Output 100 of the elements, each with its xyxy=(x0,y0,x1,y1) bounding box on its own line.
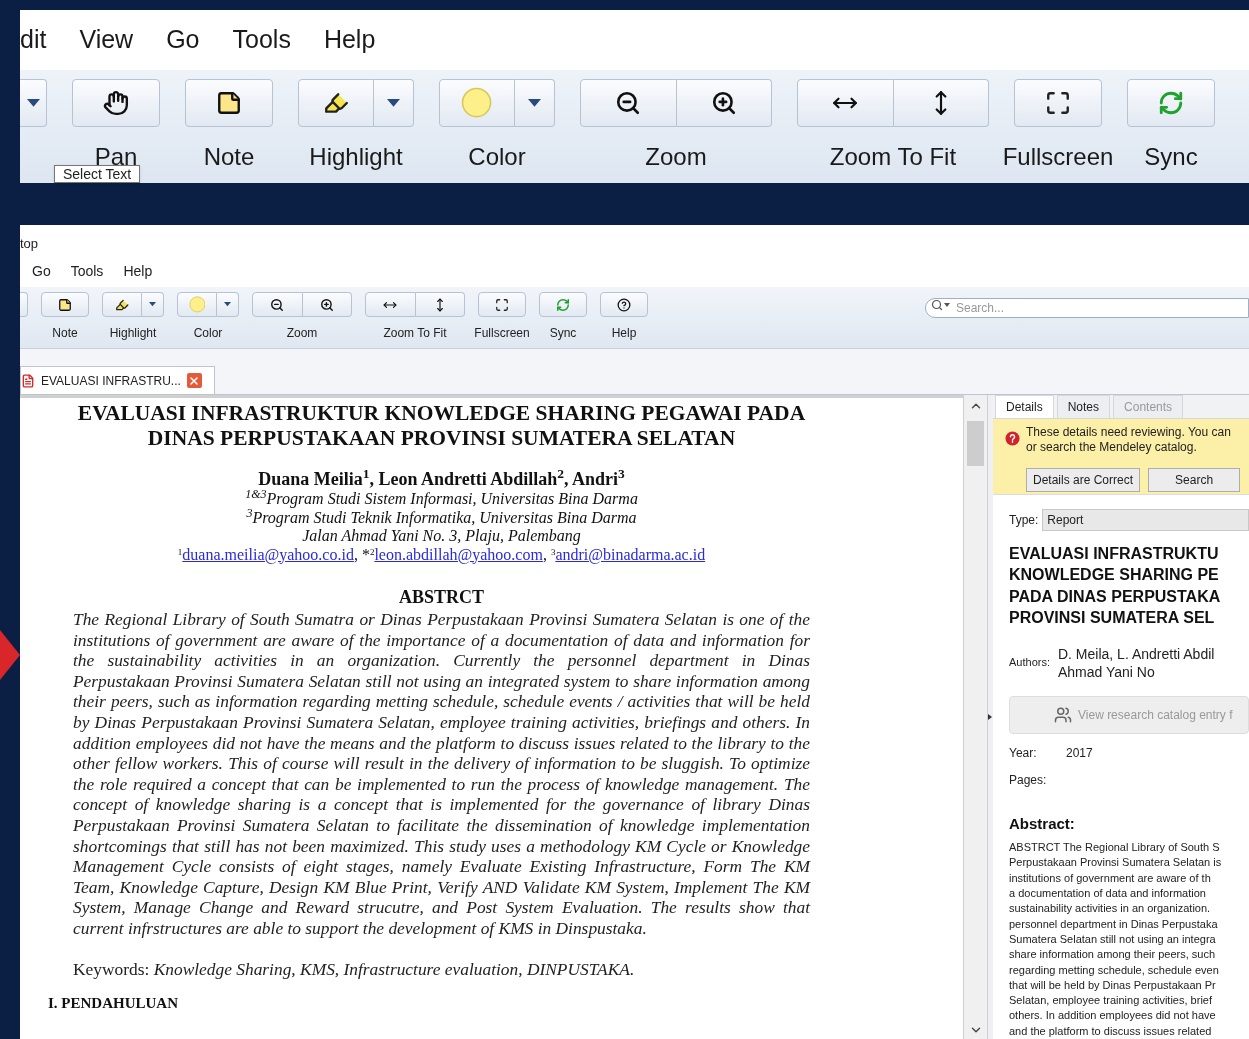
fullscreen-button[interactable] xyxy=(478,292,526,317)
zoom-out-button[interactable] xyxy=(580,79,677,127)
tooltip: Select Text xyxy=(54,165,141,183)
close-icon xyxy=(188,374,201,387)
color-button[interactable] xyxy=(439,79,515,127)
dropdown-button[interactable] xyxy=(142,292,164,317)
zoom-in-button[interactable] xyxy=(302,292,352,317)
field-label: Pages: xyxy=(1009,771,1048,789)
document-tab[interactable]: EVALUASI INFRASTRU... xyxy=(20,366,215,394)
author-name[interactable]: Ahmad Yani No xyxy=(1057,662,1215,681)
menu-item[interactable]: Tools xyxy=(232,21,291,59)
tab-label: EVALUASI INFRASTRU... xyxy=(41,372,181,390)
abstract-paragraph: The Regional Library of South Sumatra or Dinas Perpustakaan Provinsi Sumatera Selatan is one of the institutions of government are aware of the importance of a documentation of data and information for the sustainability activities in an organization. Currently the personnel department in Dinas Perpustakaan Provinsi Sumatera Selatan still not using an integrated system to share information among their peers, such as information regarding metting schedule, schedule events / activities that will be held by Dinas Perpustakaan Provinsi Sumatera Selatan, employee training activities, briefings and others. In addition employees did not have the means and the platform to discuss issues related to the library to the other fellow workers. This of course will result in the delivery of information to be sluggish. To optimize the role required a concept that can be implemented to run the process of knowledge management. The concept of knowledge sharing is a concept that is implemented for the governance of library Dinas Perpustakaan Provinsi Sumatera Selatan to facilitate the dissemination of knowledge implementation shortcomings that still has not been maximized. This study uses a methodology KM Cycle or Knowledge Management Cycle consists of eight stages, namely Evaluate Existing Infrastructure, Form The KM Team, Knowledge Capture, Design KM Blue Print, Verify AND Validate KM System, Implement The KM System, Manage Change and Reward strucutre, and Post System Evaluation. The results show that current infrstructures are able to support the development of KMS in Dinspustaka. xyxy=(73,609,810,939)
abstract-label: Abstract: xyxy=(1009,813,1076,834)
fit-height-button[interactable] xyxy=(415,292,465,317)
toolbar-label: Zoom To Fit xyxy=(383,326,447,340)
dropdown-button[interactable] xyxy=(515,79,555,127)
notice-text: or search the Mendeley catalog. xyxy=(1026,440,1198,455)
search-field[interactable]: Search... xyxy=(925,298,1249,318)
toolbar-label: Highlight xyxy=(109,326,157,340)
year-value[interactable]: 2017 xyxy=(1066,743,1093,762)
field-label: Year: xyxy=(1009,744,1038,762)
fullscreen-icon xyxy=(1045,90,1071,116)
dropdown-button[interactable] xyxy=(217,292,239,317)
zoom-in-icon xyxy=(710,90,737,116)
author-list: Duana Meilia$^{1}$, Leon Andretti Abdillah$^{2}$, Andri$^{3}$ xyxy=(258,469,625,490)
details-tab[interactable]: Notes xyxy=(1056,395,1111,418)
details-title: PROVINSI SUMATERA SEL xyxy=(1009,608,1216,629)
hand-icon xyxy=(103,90,129,116)
scrollbar-thumb[interactable] xyxy=(967,421,984,466)
details-title: KNOWLEDGE SHARING PE xyxy=(1009,565,1220,586)
help-icon xyxy=(617,297,631,312)
affiliation-line: $^{1&3}$Program Studi Sistem Informasi, Universitas Bina Darma xyxy=(245,490,638,509)
fit-width-button[interactable] xyxy=(797,79,894,127)
zoom-in-button[interactable] xyxy=(676,79,772,127)
menu-item[interactable]: Help xyxy=(123,260,153,282)
toolbar-label: Color xyxy=(468,143,526,171)
document-title: EVALUASI INFRASTRUKTUR KNOWLEDGE SHARING PEGAWAI PADA xyxy=(77,401,806,426)
type-select[interactable]: Report xyxy=(1042,508,1249,531)
dropdown-button[interactable] xyxy=(20,79,47,127)
note-button[interactable] xyxy=(185,79,273,127)
email-link[interactable]: leon.abdillah@yahoo.com xyxy=(374,545,543,563)
scrollbar[interactable] xyxy=(963,395,988,1039)
help-button[interactable] xyxy=(600,292,648,317)
menu-item[interactable]: Help xyxy=(323,21,376,59)
affiliation-line: $^{3}$Program Studi Teknik Informatika, Universitas Bina Darma xyxy=(246,508,637,527)
field-label: Type: xyxy=(1009,511,1039,529)
notice-text: These details need reviewing. You can xyxy=(1026,425,1231,440)
document-title: DINAS PERPUSTAKAAN PROVINSI SUMATERA SELATAN xyxy=(147,426,736,451)
circle-icon xyxy=(461,87,493,119)
toolbar-label: Color xyxy=(193,326,223,340)
email-link[interactable]: andri@binadarma.ac.id xyxy=(555,545,706,563)
details-tab[interactable]: Details xyxy=(995,395,1054,418)
toolbar-label: Highlight xyxy=(309,143,403,171)
toolbar-label: Fullscreen xyxy=(474,326,530,340)
notice-button[interactable]: Details are Correct xyxy=(1026,468,1141,492)
section-heading: I. PENDAHULUAN xyxy=(48,994,179,1012)
zoom-out-button[interactable] xyxy=(252,292,303,317)
note-button[interactable] xyxy=(41,292,89,317)
menu-item[interactable]: View xyxy=(79,21,134,59)
toolbar-label: Sync xyxy=(549,326,577,340)
details-title: EVALUASI INFRASTRUKTU xyxy=(1009,543,1220,564)
abstract-heading: ABSTRCT xyxy=(399,586,484,608)
fullscreen-icon xyxy=(495,297,509,312)
window-title: top xyxy=(20,235,40,253)
details-title: PADA DINAS PERPUSTAKA xyxy=(1009,586,1222,607)
refresh-icon xyxy=(556,297,570,312)
toolbar-label: Help xyxy=(611,326,637,340)
highlighter-icon xyxy=(323,90,349,116)
notice-button[interactable]: Search xyxy=(1148,468,1241,492)
fit-width-button[interactable] xyxy=(365,292,416,317)
email-link[interactable]: duana.meilia@yahoo.co.id xyxy=(182,545,354,563)
menu-item[interactable]: Go xyxy=(32,260,51,282)
caret-icon xyxy=(224,302,231,307)
caret-icon xyxy=(387,99,400,107)
menu-item[interactable]: Tools xyxy=(70,260,104,282)
keywords-line: Keywords: Knowledge Sharing, KMS, Infrastructure evaluation, DINPUSTAKA. xyxy=(73,958,636,979)
catalog-icon xyxy=(1054,705,1072,724)
menu-item[interactable]: Go xyxy=(166,21,200,59)
caret-icon xyxy=(944,303,950,307)
refresh-icon xyxy=(1158,90,1184,116)
sync-button[interactable] xyxy=(1127,79,1215,127)
note-icon xyxy=(58,297,72,312)
menu-item[interactable]: dit xyxy=(20,21,47,59)
zoom-out-icon xyxy=(615,90,642,116)
search-icon xyxy=(931,299,943,311)
pan-button[interactable] xyxy=(72,79,160,127)
dropdown-button[interactable] xyxy=(374,79,414,127)
sync-button[interactable] xyxy=(539,292,587,317)
fullscreen-button[interactable] xyxy=(1014,79,1102,127)
close-button[interactable] xyxy=(186,373,202,388)
highlight-button[interactable] xyxy=(298,79,374,127)
question-mark-icon xyxy=(1005,431,1020,446)
toolbar-label: Note xyxy=(203,143,255,171)
author-name[interactable]: D. Meila, L. Andretti Abdil xyxy=(1057,644,1215,663)
highlight-button[interactable] xyxy=(102,292,142,317)
affiliation-line: Jalan Ahmad Yani No. 3, Plaju, Palembang xyxy=(302,527,581,546)
zoom-in-icon xyxy=(319,297,334,312)
color-button[interactable] xyxy=(177,292,217,317)
fit-height-button[interactable] xyxy=(893,79,989,127)
